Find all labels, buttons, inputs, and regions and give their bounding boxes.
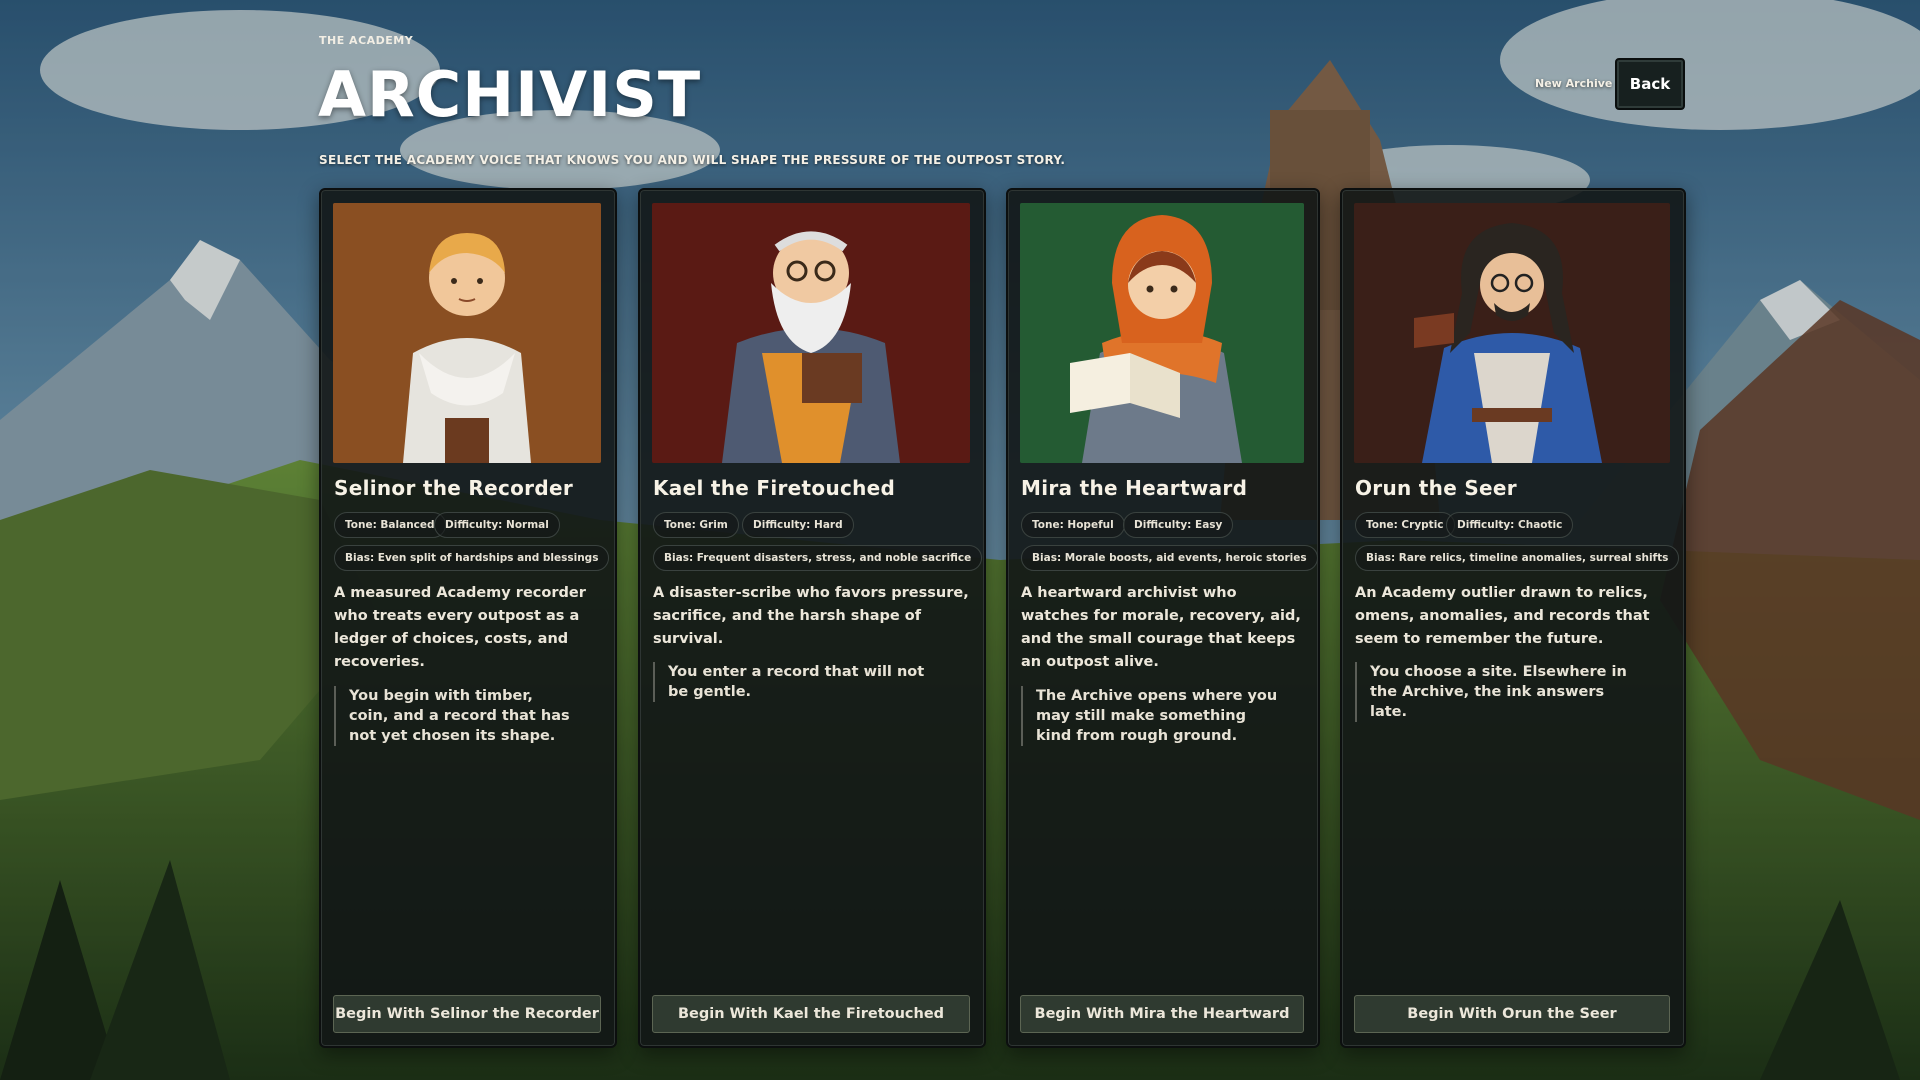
archivist-description: A heartward archivist who watches for mo… [1021,585,1301,670]
page-subtitle: SELECT THE ACADEMY VOICE THAT KNOWS YOU … [319,153,1066,167]
tone-tag: Tone: Grim [653,512,739,538]
archivist-card-mira: Mira the Heartward Tone: Hopeful Difficu… [1006,188,1320,1048]
archivist-description: A measured Academy recorder who treats e… [334,585,586,670]
archivist-description: A disaster-scribe who favors pressure, s… [653,585,969,647]
archive-status-label: New Archive [1535,77,1613,90]
tone-tag: Tone: Balanced [334,512,446,538]
begin-orun-button[interactable]: Begin With Orun the Seer [1354,995,1670,1033]
blond-recorder-portrait [333,203,601,463]
begin-kael-button[interactable]: Begin With Kael the Firetouched [652,995,970,1033]
page-title: ARCHIVIST [318,58,702,131]
archivist-card-orun: Orun the Seer Tone: Cryptic Difficulty: … [1340,188,1686,1048]
archivist-name: Kael the Firetouched [653,476,896,500]
section-eyebrow: THE ACADEMY [319,34,414,47]
bias-tag: Bias: Even split of hardships and blessi… [334,545,610,571]
robed-seer-portrait [1354,203,1670,463]
difficulty-tag: Difficulty: Chaotic [1446,512,1574,538]
back-button[interactable]: Back [1615,58,1685,110]
hooded-reader-portrait [1020,203,1304,463]
bias-tag: Bias: Frequent disasters, stress, and no… [653,545,983,571]
bearded-elder-portrait [652,203,970,463]
difficulty-tag: Difficulty: Easy [1123,512,1234,538]
begin-mira-button[interactable]: Begin With Mira the Heartward [1020,995,1304,1033]
difficulty-tag: Difficulty: Hard [742,512,854,538]
archivist-card-selinor: Selinor the Recorder Tone: Balanced Diff… [319,188,617,1048]
archivist-quote: You begin with timber, coin, and a recor… [334,686,574,746]
archivist-quote: The Archive opens where you may still ma… [1021,686,1283,746]
bias-tag: Bias: Rare relics, timeline anomalies, s… [1355,545,1680,571]
archivist-quote: You choose a site. Elsewhere in the Arch… [1355,662,1645,722]
tone-tag: Tone: Cryptic [1355,512,1455,538]
archivist-quote: You enter a record that will not be gent… [653,662,943,702]
begin-selinor-button[interactable]: Begin With Selinor the Recorder [333,995,601,1033]
tone-tag: Tone: Hopeful [1021,512,1125,538]
archivist-name: Orun the Seer [1355,476,1517,500]
difficulty-tag: Difficulty: Normal [434,512,560,538]
archivist-name: Selinor the Recorder [334,476,573,500]
archivist-description: An Academy outlier drawn to relics, omen… [1355,585,1650,647]
archivist-card-kael: Kael the Firetouched Tone: Grim Difficul… [638,188,986,1048]
bias-tag: Bias: Morale boosts, aid events, heroic … [1021,545,1318,571]
archivist-name: Mira the Heartward [1021,476,1248,500]
